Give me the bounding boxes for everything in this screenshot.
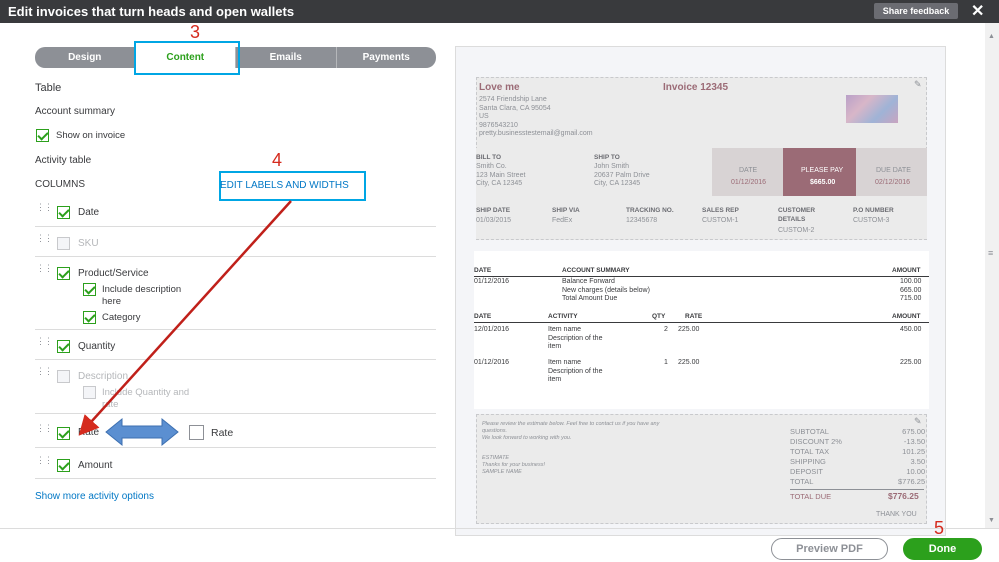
item-rate: 225.00 bbox=[678, 359, 700, 366]
item-activity: Item name Description of the item bbox=[548, 326, 603, 350]
item-date: 01/12/2016 bbox=[474, 359, 510, 366]
ship-via-heading: SHIP VIA bbox=[552, 207, 580, 214]
due-date-value: 02/12/2016 bbox=[875, 179, 911, 186]
item-rate: 225.00 bbox=[678, 326, 700, 333]
due-date-heading: DUE DATE bbox=[876, 167, 911, 174]
activity-area bbox=[474, 251, 929, 409]
annotation-5: 5 bbox=[934, 518, 945, 538]
acct-amounts: 100.00 665.00 715.00 bbox=[900, 278, 922, 302]
annotation-arrow bbox=[78, 200, 292, 436]
company-address: 2574 Friendship Lane Santa Clara, CA 950… bbox=[479, 96, 593, 137]
footer-message-2: ESTIMATE Thanks for your business! SAMPL… bbox=[482, 455, 545, 475]
scrollbar[interactable]: ▲ ≡ ▼ bbox=[985, 23, 999, 528]
acct-amount-header: AMOUNT bbox=[892, 267, 921, 274]
divider bbox=[474, 322, 929, 323]
tracking-value: 12345678 bbox=[626, 217, 658, 224]
sales-rep-heading: SALES REP bbox=[702, 207, 739, 214]
activity-amount-header: AMOUNT bbox=[892, 313, 921, 320]
divider bbox=[474, 276, 929, 277]
item-activity: Item name Description of the item bbox=[548, 359, 603, 383]
please-pay-value: $665.00 bbox=[810, 179, 836, 186]
please-pay-heading: PLEASE PAY bbox=[801, 167, 844, 174]
invoice-preview: ✎ Love me 2574 Friendship Lane Santa Cla… bbox=[455, 46, 946, 536]
scroll-grip-icon[interactable]: ≡ bbox=[988, 248, 993, 258]
date-heading: DATE bbox=[739, 167, 758, 174]
footer-message: Please review the estimate below. Feel f… bbox=[482, 421, 660, 441]
item-date: 12/01/2016 bbox=[474, 326, 510, 333]
ship-to-heading: SHIP TO bbox=[594, 154, 620, 161]
double-arrow-icon bbox=[105, 417, 179, 447]
edit-icon[interactable]: ✎ bbox=[914, 79, 922, 90]
footer-divider bbox=[0, 528, 999, 529]
total-due-heading: TOTAL DUE bbox=[790, 492, 832, 501]
acct-date-header: DATE bbox=[474, 267, 492, 274]
po-number-heading: P.O NUMBER bbox=[853, 207, 894, 214]
item-qty: 1 bbox=[664, 359, 668, 366]
bill-to: Smith Co. 123 Main Street City, CA 12345 bbox=[476, 163, 526, 187]
thank-you: THANK YOU bbox=[876, 511, 917, 518]
po-number-value: CUSTOM-3 bbox=[853, 217, 890, 224]
ship-date-heading: SHIP DATE bbox=[476, 207, 511, 214]
bill-to-heading: BILL TO bbox=[476, 154, 502, 161]
customer-details-value: CUSTOM-2 bbox=[778, 227, 815, 234]
scroll-down-icon[interactable]: ▼ bbox=[988, 517, 995, 524]
sales-rep-value: CUSTOM-1 bbox=[702, 217, 739, 224]
divider bbox=[790, 489, 924, 490]
acct-summary-header: ACCOUNT SUMMARY bbox=[562, 267, 630, 274]
scroll-up-icon[interactable]: ▲ bbox=[988, 33, 995, 40]
total-due-value: $776.25 bbox=[888, 491, 919, 501]
totals-labels: SUBTOTAL DISCOUNT 2% TOTAL TAX SHIPPING … bbox=[790, 427, 842, 486]
item-amount: 450.00 bbox=[900, 326, 922, 333]
logo-image bbox=[846, 95, 898, 123]
activity-date-header: DATE bbox=[474, 313, 492, 320]
tracking-heading: TRACKING NO. bbox=[626, 207, 674, 214]
edit-icon[interactable]: ✎ bbox=[914, 416, 922, 427]
activity-rate-header: RATE bbox=[685, 313, 703, 320]
item-qty: 2 bbox=[664, 326, 668, 333]
acct-date: 01/12/2016 bbox=[474, 278, 510, 285]
acct-lines: Balance Forward New charges (details bel… bbox=[562, 278, 650, 302]
ship-date-value: 01/03/2015 bbox=[476, 217, 512, 224]
preview-pdf-button[interactable]: Preview PDF bbox=[771, 538, 888, 560]
date-value: 01/12/2016 bbox=[731, 179, 767, 186]
ship-via-value: FedEx bbox=[552, 217, 573, 224]
totals-values: 675.00 -13.50 101.25 3.50 10.00 $776.25 bbox=[898, 427, 926, 486]
activity-qty-header: QTY bbox=[652, 313, 666, 320]
activity-activity-header: ACTIVITY bbox=[548, 313, 578, 320]
company-name: Love me bbox=[479, 82, 520, 93]
customer-details-heading: CUSTOMER DETAILS bbox=[778, 207, 816, 223]
invoice-number: Invoice 12345 bbox=[663, 82, 729, 93]
item-amount: 225.00 bbox=[900, 359, 922, 366]
done-button[interactable]: Done bbox=[903, 538, 982, 560]
ship-to: John Smith 20637 Palm Drive City, CA 123… bbox=[594, 163, 650, 187]
